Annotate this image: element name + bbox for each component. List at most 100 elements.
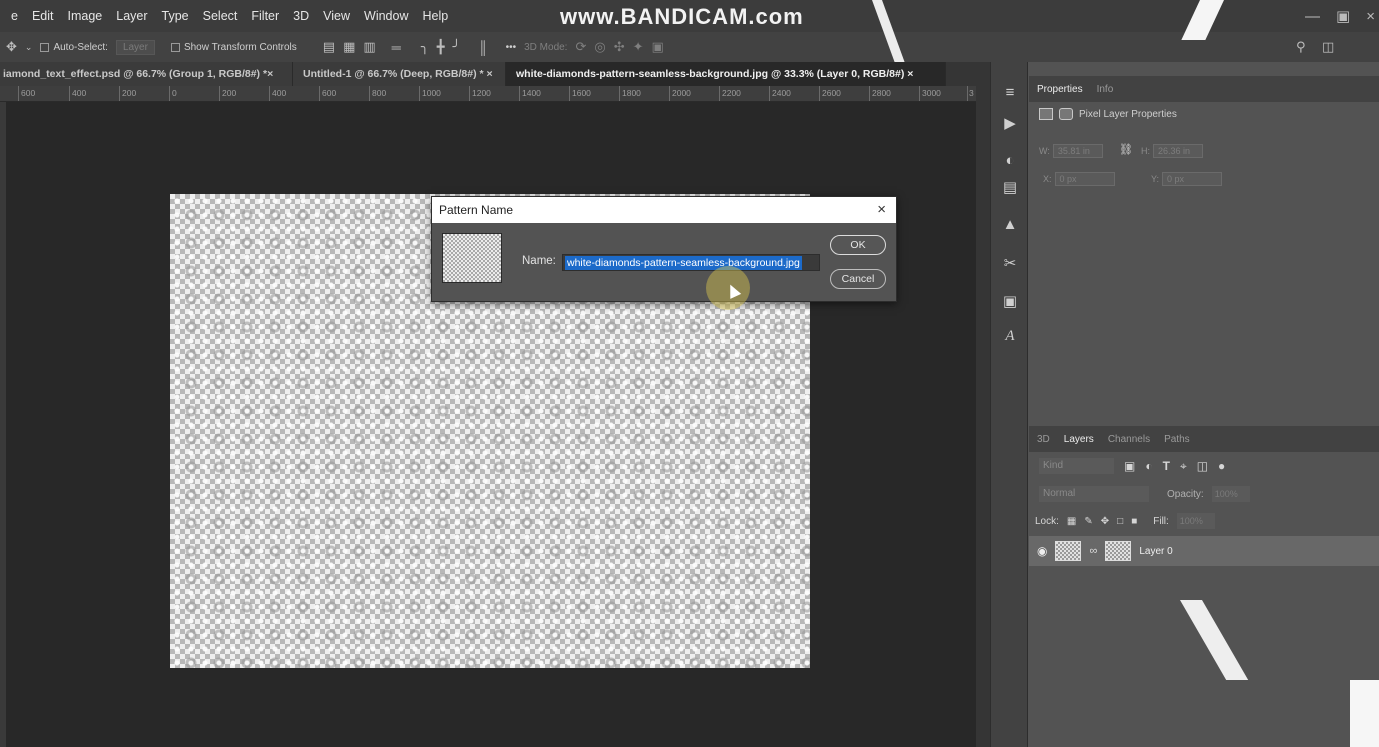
dialog-close-icon[interactable]: × bbox=[877, 197, 886, 223]
layer-mask-thumbnail[interactable] bbox=[1105, 541, 1132, 561]
brush-settings-icon[interactable]: ✂ bbox=[991, 254, 1029, 272]
width-field: W: 35.81 in bbox=[1039, 144, 1103, 158]
menu-item-select[interactable]: Select bbox=[196, 0, 245, 32]
menu-item-help[interactable]: Help bbox=[416, 0, 456, 32]
auto-select-target-dropdown[interactable]: Layer bbox=[115, 39, 155, 55]
layer-name[interactable]: Layer 0 bbox=[1139, 546, 1172, 557]
tab-close-icon[interactable]: × bbox=[267, 68, 273, 80]
tab-properties[interactable]: Properties bbox=[1037, 84, 1083, 95]
filter-toggle-icon[interactable]: ● bbox=[1218, 459, 1225, 473]
lock-brush-icon[interactable]: ✎ bbox=[1084, 516, 1092, 527]
clone-source-icon[interactable]: ▲ bbox=[991, 216, 1029, 233]
show-transform-checkbox[interactable]: Show Transform Controls bbox=[170, 42, 297, 53]
visibility-eye-icon[interactable]: ◉ bbox=[1037, 544, 1047, 558]
width-input[interactable]: 35.81 in bbox=[1052, 144, 1103, 158]
layers-tabs: 3D Layers Channels Paths bbox=[1029, 426, 1379, 452]
history-icon[interactable]: ≡ bbox=[991, 84, 1029, 101]
width-label: W: bbox=[1039, 146, 1050, 156]
auto-select-checkbox[interactable]: Auto-Select: bbox=[40, 42, 108, 53]
3d-orbit-icon[interactable]: ⟳ bbox=[575, 39, 586, 55]
dialog-titlebar[interactable]: Pattern Name × bbox=[432, 197, 896, 223]
align-top-icon[interactable]: ╮ bbox=[421, 39, 429, 55]
filter-smart-object-icon[interactable]: ◫ bbox=[1197, 459, 1208, 473]
search-icon[interactable]: ⚲ bbox=[1296, 39, 1306, 55]
tab-diamond-text-effect[interactable]: iamond_text_effect.psd @ 66.7% (Group 1,… bbox=[0, 62, 293, 86]
lock-transparent-icon[interactable]: ▦ bbox=[1067, 516, 1076, 527]
filter-kind-dropdown[interactable]: Kind bbox=[1039, 458, 1114, 474]
actions-play-icon[interactable]: ▶ bbox=[991, 114, 1029, 132]
x-input[interactable]: 0 px bbox=[1054, 172, 1115, 186]
ok-button[interactable]: OK bbox=[830, 235, 886, 255]
tab-3d[interactable]: 3D bbox=[1037, 434, 1050, 445]
pattern-name-input[interactable]: white-diamonds-pattern-seamless-backgrou… bbox=[562, 254, 820, 271]
3d-slide-icon[interactable]: ✦ bbox=[633, 39, 644, 55]
lock-all-icon[interactable]: ■ bbox=[1131, 516, 1137, 527]
tab-paths[interactable]: Paths bbox=[1164, 434, 1190, 445]
adjustments-icon[interactable]: ◐ bbox=[991, 152, 1029, 169]
glyphs-icon[interactable]: A bbox=[991, 328, 1029, 345]
ruler-mark bbox=[819, 86, 820, 101]
align-left-icon[interactable]: ▤ bbox=[323, 39, 335, 55]
align-right-icon[interactable]: ▥ bbox=[363, 39, 375, 55]
distribute-v-icon[interactable]: ║ bbox=[478, 40, 487, 55]
menu-item-edit[interactable]: Edit bbox=[25, 0, 61, 32]
menu-item-type[interactable]: Type bbox=[155, 0, 196, 32]
ruler-tick: 2200 bbox=[722, 88, 741, 98]
more-options-button[interactable]: ••• bbox=[506, 42, 517, 53]
ruler-mark bbox=[119, 86, 120, 101]
menu-item-image[interactable]: Image bbox=[61, 0, 110, 32]
3d-drag-icon[interactable]: ✣ bbox=[614, 39, 625, 55]
tab-close-icon[interactable]: × bbox=[907, 68, 913, 80]
ruler-mark bbox=[669, 86, 670, 101]
cancel-button[interactable]: Cancel bbox=[830, 269, 886, 289]
align-bottom-icon[interactable]: ╯ bbox=[453, 39, 461, 55]
menu-item-filter[interactable]: Filter bbox=[244, 0, 286, 32]
mask-icon[interactable] bbox=[1059, 108, 1073, 120]
menu-item-file[interactable]: e bbox=[4, 0, 25, 32]
link-icon[interactable]: ⛓ bbox=[1119, 143, 1133, 156]
3d-camera-icon[interactable]: ▣ bbox=[652, 39, 664, 55]
layer-row[interactable]: ◉ ∞ Layer 0 bbox=[1029, 536, 1379, 566]
ruler-tick: 2600 bbox=[822, 88, 841, 98]
recorder-watermark: www.BANDICAM.com bbox=[560, 4, 804, 29]
ruler-tick: 2800 bbox=[872, 88, 891, 98]
filter-shape-icon[interactable]: ⌖ bbox=[1180, 459, 1187, 474]
filter-adjustment-icon[interactable]: ◐ bbox=[1145, 459, 1152, 473]
menu-item-layer[interactable]: Layer bbox=[109, 0, 154, 32]
3d-roll-icon[interactable]: ◎ bbox=[594, 39, 605, 55]
chain-link-icon[interactable]: ∞ bbox=[1089, 545, 1097, 557]
tab-white-diamonds-pattern[interactable]: white-diamonds-pattern-seamless-backgrou… bbox=[506, 62, 946, 86]
workspace-icon[interactable]: ◫ bbox=[1322, 39, 1334, 55]
align-center-h-icon[interactable]: ▦ bbox=[343, 39, 355, 55]
tab-info[interactable]: Info bbox=[1097, 84, 1114, 95]
ruler-mark bbox=[769, 86, 770, 101]
tab-layers[interactable]: Layers bbox=[1064, 434, 1094, 445]
lock-position-icon[interactable]: ✥ bbox=[1101, 516, 1109, 527]
ruler-tick: 1400 bbox=[522, 88, 541, 98]
distribute-h-icon[interactable]: ═ bbox=[392, 40, 401, 55]
menu-item-view[interactable]: View bbox=[316, 0, 357, 32]
height-input[interactable]: 26.36 in bbox=[1153, 144, 1203, 158]
menu-item-window[interactable]: Window bbox=[357, 0, 415, 32]
close-window-icon[interactable]: × bbox=[1366, 8, 1375, 25]
layer-thumbnail bbox=[1055, 541, 1082, 561]
tab-close-icon[interactable]: × bbox=[487, 68, 493, 80]
opacity-input[interactable]: 100% bbox=[1211, 486, 1250, 502]
restore-icon[interactable]: ▣ bbox=[1336, 7, 1350, 25]
minimize-icon[interactable]: — bbox=[1305, 8, 1320, 25]
menu-item-3d[interactable]: 3D bbox=[286, 0, 316, 32]
tab-untitled-1[interactable]: Untitled-1 @ 66.7% (Deep, RGB/8#) * × bbox=[293, 62, 506, 86]
fill-input[interactable]: 100% bbox=[1176, 513, 1215, 529]
styles-icon[interactable]: ▤ bbox=[991, 178, 1029, 196]
filter-type-icon[interactable]: T bbox=[1163, 459, 1170, 473]
pixel-layer-icon bbox=[1039, 108, 1053, 120]
align-middle-v-icon[interactable]: ╋ bbox=[437, 39, 445, 55]
lock-artboard-icon[interactable]: □ bbox=[1117, 516, 1123, 527]
filter-pixel-icon[interactable]: ▣ bbox=[1124, 459, 1135, 473]
move-tool-icon[interactable]: ✥ bbox=[6, 39, 17, 55]
blend-mode-dropdown[interactable]: Normal bbox=[1039, 486, 1149, 502]
y-input[interactable]: 0 px bbox=[1162, 172, 1223, 186]
tab-channels[interactable]: Channels bbox=[1108, 434, 1150, 445]
libraries-icon[interactable]: ▣ bbox=[991, 292, 1029, 310]
chevron-down-icon[interactable]: ⌄ bbox=[25, 42, 33, 53]
